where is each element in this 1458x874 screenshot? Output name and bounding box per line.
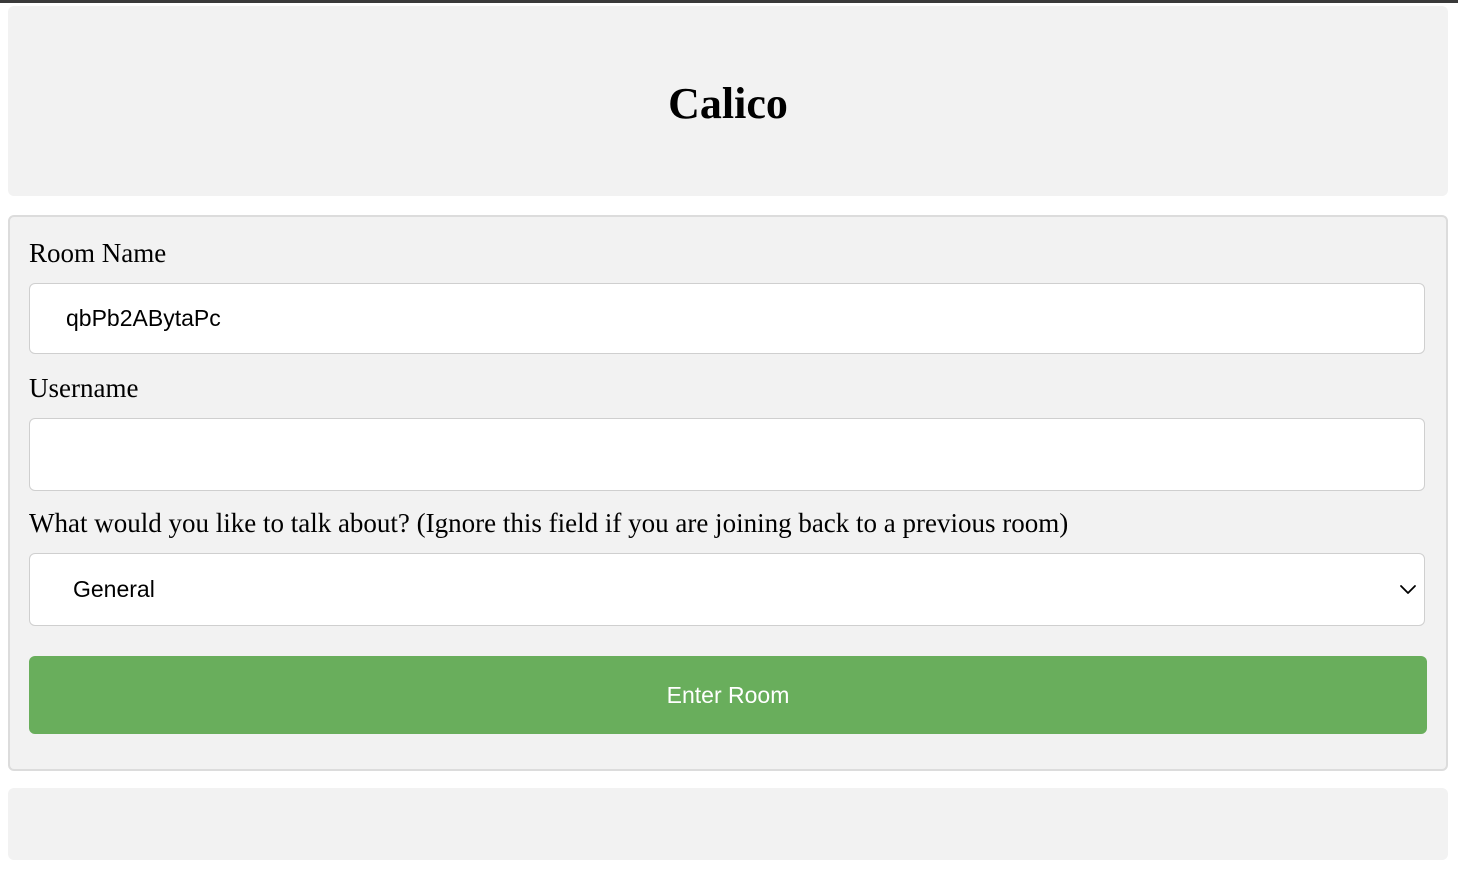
topic-label: What would you like to talk about? (Igno… — [29, 508, 1069, 538]
username-label: Username — [29, 373, 139, 403]
header-panel: Calico — [8, 6, 1448, 196]
join-room-form: Room Name Username What would you like t… — [8, 215, 1448, 771]
topic-select[interactable]: General — [29, 553, 1425, 626]
topic-selected-value: General — [73, 576, 155, 602]
room-name-label: Room Name — [29, 238, 167, 268]
page-title: Calico — [668, 79, 788, 128]
footer-panel — [8, 788, 1448, 860]
room-name-input[interactable] — [29, 283, 1425, 354]
window-top-edge — [0, 0, 1458, 3]
enter-room-button[interactable]: Enter Room — [29, 656, 1427, 734]
username-input[interactable] — [29, 418, 1425, 491]
chevron-down-icon — [1400, 585, 1416, 594]
